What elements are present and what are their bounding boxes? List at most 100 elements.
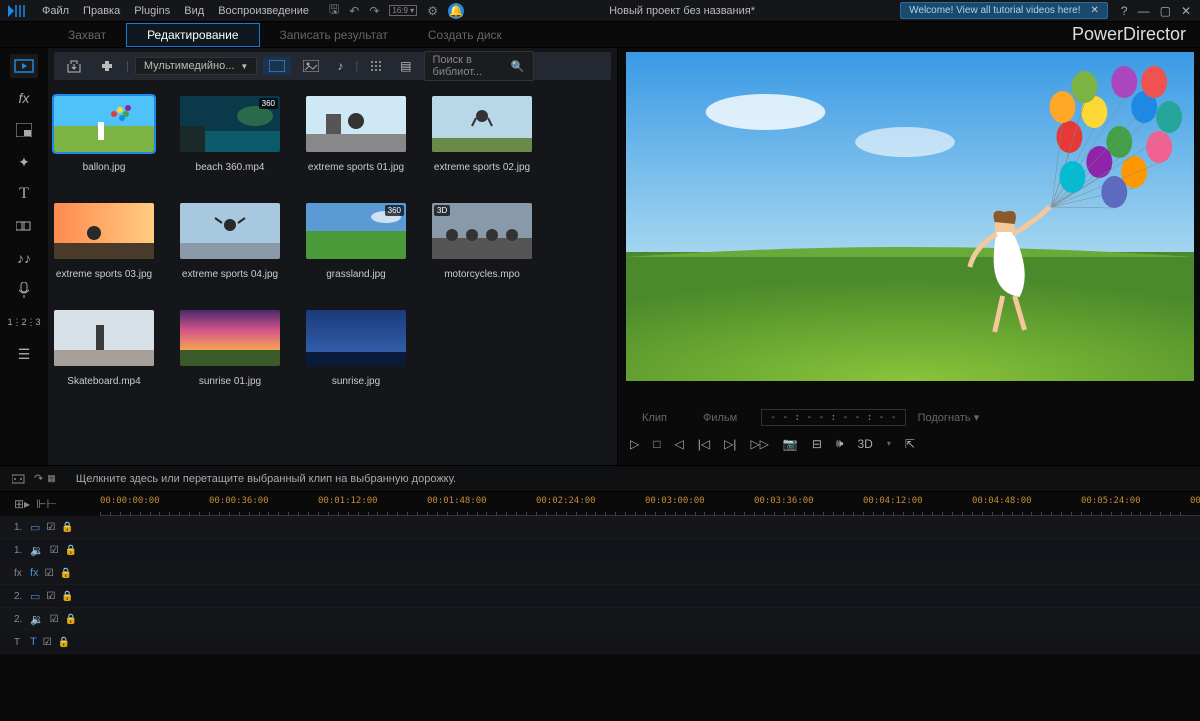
menu-edit[interactable]: Правка [83,5,120,17]
quality-icon[interactable]: ⊟ [812,437,822,451]
search-input[interactable]: Поиск в библиот...🔍 [424,51,534,81]
menu-view[interactable]: Вид [184,5,204,17]
next-frame-icon[interactable]: ▷▷ [750,437,768,451]
media-thumb[interactable]: extreme sports 02.jpg [432,96,532,173]
view-list-icon[interactable]: ▤ [394,56,417,76]
voice-room-icon[interactable] [10,278,38,302]
timeline-mode-icon[interactable]: ↷▦ [12,472,56,485]
subtitle-room-icon[interactable]: ☰ [10,342,38,366]
welcome-banner[interactable]: Welcome! View all tutorial videos here!✕ [900,2,1108,19]
settings-icon[interactable]: ⚙ [427,4,438,18]
track-header[interactable]: T T ☑ 🔒 [0,636,100,648]
media-thumb[interactable]: 3Dmotorcycles.mpo [432,203,532,280]
volume-icon[interactable]: 🕪 [836,436,844,451]
minimize-icon[interactable]: — [1135,4,1153,18]
help-icon[interactable]: ? [1118,4,1131,18]
track-lock-icon[interactable]: 🔒 [58,637,70,648]
track-header[interactable]: 1. 🔉 ☑ 🔒 [0,544,100,557]
redo-icon[interactable]: ↷ [369,4,379,18]
track-lock-icon[interactable]: 🔒 [61,591,73,602]
timeline-view1-icon[interactable]: ⊞▸ [14,497,30,511]
3d-toggle[interactable]: 3D [857,437,872,451]
timeline-track[interactable]: fx fx ☑ 🔒 [0,562,1200,585]
timeline-track[interactable]: 1. ▭ ☑ 🔒 [0,516,1200,539]
preview-fit-dropdown[interactable]: Подогнать ▾ [918,411,980,424]
timeline-hint-text: Щелкните здесь или перетащите выбранный … [76,473,456,485]
menu-file[interactable]: Файл [42,5,69,17]
chapter-room-icon[interactable]: 1⋮2⋮3 [10,310,38,334]
preview-timecode[interactable]: - - : - - : - - : - - [761,409,905,426]
mode-edit[interactable]: Редактирование [126,23,259,47]
mode-export[interactable]: Записать результат [260,24,408,46]
media-thumb[interactable]: Skateboard.mp4 [54,310,154,387]
track-visible-checkbox[interactable]: ☑ [50,614,59,625]
menu-playback[interactable]: Воспроизведение [218,5,309,17]
mode-disc[interactable]: Создать диск [408,24,522,46]
close-welcome-icon[interactable]: ✕ [1091,5,1099,16]
track-header[interactable]: 2. 🔉 ☑ 🔒 [0,613,100,626]
track-lock-icon[interactable]: 🔒 [61,522,73,533]
ruler-tick: 00:03:36:00 [754,496,814,506]
preview-tab-clip[interactable]: Клип [630,410,679,426]
maximize-icon[interactable]: ▢ [1157,4,1174,18]
fx-room-icon[interactable]: fx [10,86,38,110]
track-header[interactable]: 1. ▭ ☑ 🔒 [0,521,100,534]
media-thumb[interactable]: extreme sports 03.jpg [54,203,154,280]
track-header[interactable]: 2. ▭ ☑ 🔒 [0,590,100,603]
particle-room-icon[interactable]: ✦ [10,150,38,174]
import-media-icon[interactable] [60,56,88,76]
plugin-icon[interactable] [94,56,120,76]
pip-room-icon[interactable] [10,118,38,142]
view-grid-icon[interactable] [364,57,388,75]
preview-viewport[interactable] [626,52,1194,381]
track-header[interactable]: fx fx ☑ 🔒 [0,567,100,579]
media-thumb[interactable]: sunrise.jpg [306,310,406,387]
prev-frame-icon[interactable]: ◁ [674,437,683,451]
preview-scrubber[interactable] [626,391,1194,401]
title-room-icon[interactable]: T [10,182,38,206]
filter-image-icon[interactable] [297,57,325,75]
audio-room-icon[interactable]: ♪♪ [10,246,38,270]
track-visible-checkbox[interactable]: ☑ [50,545,59,556]
timeline-track[interactable]: 2. 🔉 ☑ 🔒 [0,608,1200,631]
menu-plugins[interactable]: Plugins [134,5,170,17]
media-thumb[interactable]: 360grassland.jpg [306,203,406,280]
play-icon[interactable]: ▷ [630,437,639,451]
step-back-icon[interactable]: |◁ [698,437,710,451]
media-thumb[interactable]: ballon.jpg [54,96,154,173]
track-lock-icon[interactable]: 🔒 [60,568,72,579]
timeline-track[interactable]: 1. 🔉 ☑ 🔒 [0,539,1200,562]
timeline-track[interactable]: T T ☑ 🔒 [0,631,1200,654]
track-lock-icon[interactable]: 🔒 [65,614,77,625]
filter-audio-icon[interactable]: ♪ [331,56,349,76]
thumb-label: extreme sports 02.jpg [434,162,530,173]
undock-icon[interactable]: ⇱ [905,437,915,451]
thumb-label: sunrise.jpg [332,376,380,387]
save-icon[interactable]: 🖫 [329,0,339,21]
undo-icon[interactable]: ↶ [349,4,359,18]
aspect-ratio-icon[interactable]: 16:9 ▾ [389,5,417,16]
track-visible-checkbox[interactable]: ☑ [43,637,52,648]
timeline-track[interactable]: 2. ▭ ☑ 🔒 [0,585,1200,608]
media-thumb[interactable]: 360beach 360.mp4 [180,96,280,173]
media-filter-dropdown[interactable]: Мультимедийно...▼ [135,57,257,75]
timeline-view2-icon[interactable]: ⊩⊢ [36,497,57,511]
track-visible-checkbox[interactable]: ☑ [46,522,55,533]
media-thumb[interactable]: sunrise 01.jpg [180,310,280,387]
transition-room-icon[interactable] [10,214,38,238]
stop-icon[interactable]: □ [653,437,660,451]
preview-tab-film[interactable]: Фильм [691,410,749,426]
media-thumb[interactable]: extreme sports 04.jpg [180,203,280,280]
track-visible-checkbox[interactable]: ☑ [46,591,55,602]
track-visible-checkbox[interactable]: ☑ [45,568,54,579]
snapshot-icon[interactable]: 📷 [783,437,798,451]
mode-capture[interactable]: Захват [48,24,126,46]
media-thumb[interactable]: extreme sports 01.jpg [306,96,406,173]
filter-all-icon[interactable] [263,57,291,75]
notifications-icon[interactable]: 🔔 [448,3,464,19]
close-icon[interactable]: ✕ [1178,4,1194,18]
media-room-icon[interactable] [10,54,38,78]
timeline-ruler[interactable]: 00:00:00:0000:00:36:0000:01:12:0000:01:4… [100,492,1200,516]
step-fwd-icon[interactable]: ▷| [724,437,736,451]
track-lock-icon[interactable]: 🔒 [65,545,77,556]
